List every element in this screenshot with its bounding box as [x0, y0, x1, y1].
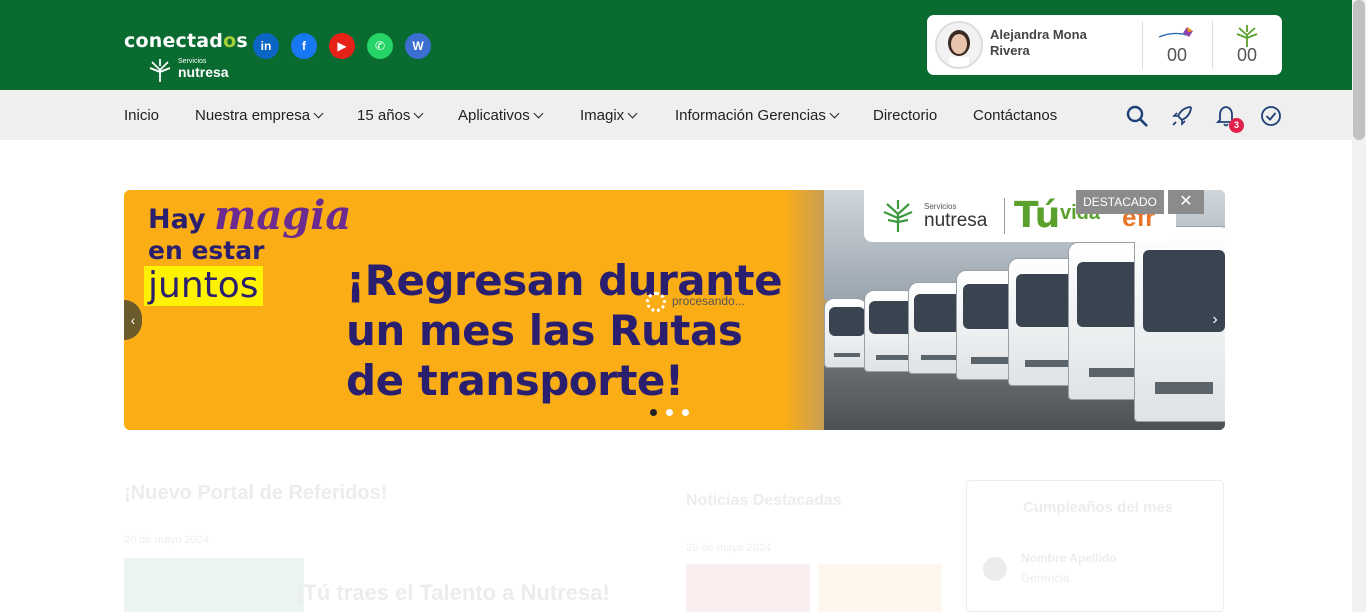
- destacado-label: DESTACADO: [1076, 190, 1164, 214]
- logo-nutresa-text: nutresa: [924, 210, 988, 231]
- chevron-down-icon: [829, 108, 840, 119]
- logo-wordmark: conectados: [124, 30, 248, 52]
- nav-item-contactanos[interactable]: Contáctanos: [973, 107, 1057, 124]
- kite-icon: [1158, 27, 1193, 38]
- user-photo-icon: [937, 23, 981, 67]
- banner-en-estar-text: en estar: [148, 236, 265, 265]
- section-title: Noticias Destacadas: [686, 492, 842, 509]
- avatar[interactable]: [935, 21, 983, 69]
- nav-item-nuestra-empresa[interactable]: Nuestra empresa: [195, 107, 324, 124]
- divider: [1142, 21, 1143, 69]
- banner-hay-text: Hay: [148, 204, 206, 235]
- post-date: 20 de mayo 2024: [686, 542, 772, 554]
- trees-count: 00: [1236, 45, 1258, 65]
- avatar: [983, 557, 1007, 581]
- notification-badge: 3: [1229, 118, 1244, 133]
- nav-item-directorio[interactable]: Directorio: [873, 107, 937, 124]
- facebook-icon[interactable]: f: [291, 33, 317, 59]
- logo-nutresa-text: nutresa: [178, 64, 229, 80]
- nav-item-informacion-gerencias[interactable]: Información Gerencias: [675, 107, 840, 124]
- post-image: [818, 564, 942, 612]
- divider: [1004, 198, 1005, 234]
- nav-item-15-anos[interactable]: 15 años: [357, 107, 424, 124]
- logo-tu-text: Tú: [1014, 195, 1061, 236]
- panel-title: Cumpleaños del mes: [1023, 499, 1174, 516]
- loading-spinner-icon: [646, 292, 666, 312]
- conectados-logo[interactable]: conectados Servicios nutresa: [124, 30, 248, 82]
- banner-juntos-text: juntos: [144, 266, 263, 306]
- points-count: 00: [1166, 45, 1188, 65]
- nutresa-tree-icon: [883, 200, 913, 232]
- rocket-icon[interactable]: [1170, 104, 1194, 128]
- scrollbar-thumb[interactable]: [1353, 0, 1365, 140]
- user-card[interactable]: Alejandra Mona Rivera 00 00: [927, 15, 1282, 75]
- nav-item-inicio[interactable]: Inicio: [124, 107, 159, 124]
- chevron-down-icon: [413, 108, 424, 119]
- section-title: ¡Nuevo Portal de Referidos!: [124, 482, 388, 504]
- nav-item-imagix[interactable]: Imagix: [580, 107, 638, 124]
- banner-magia-text: magia: [214, 192, 352, 239]
- tree-icon: [149, 59, 171, 82]
- birthdays-panel: Cumpleaños del mes Nombre Apellido Geren…: [966, 480, 1224, 612]
- check-circle-icon[interactable]: [1259, 104, 1283, 128]
- tree-icon: [1236, 25, 1258, 47]
- post-image: [686, 564, 810, 612]
- search-icon[interactable]: [1125, 104, 1149, 128]
- carousel-dot[interactable]: [682, 409, 689, 416]
- person-area: Gerencia: [1021, 571, 1070, 585]
- user-name: Alejandra Mona Rivera: [990, 27, 1087, 58]
- banner-headline: ¡Regresan durante un mes las Rutas de tr…: [346, 256, 783, 405]
- post-image: [124, 558, 304, 612]
- post-tagline: ¡Tú traes el Talento a Nutresa!: [296, 580, 610, 605]
- chevron-down-icon: [533, 108, 544, 119]
- processing-text: procesando...: [672, 294, 745, 308]
- chevron-down-icon: [313, 108, 324, 119]
- carousel-dot[interactable]: [650, 409, 657, 416]
- linkedin-icon[interactable]: in: [253, 33, 279, 59]
- whatsapp-icon[interactable]: ✆: [367, 33, 393, 59]
- close-button[interactable]: ✕: [1168, 190, 1204, 214]
- divider: [1212, 21, 1213, 69]
- main-nav: Inicio Nuestra empresa 15 años Aplicativ…: [0, 90, 1352, 140]
- nutresa-sublogo: Servicios nutresa: [146, 58, 256, 84]
- carousel-prev-button[interactable]: ‹: [124, 300, 142, 340]
- nav-item-aplicativos[interactable]: Aplicativos: [458, 107, 544, 124]
- web-icon[interactable]: W: [405, 33, 431, 59]
- loading-content: ¡Nuevo Portal de Referidos! 20 de mayo 2…: [0, 440, 1352, 612]
- top-header: conectados Servicios nutresa in f ▶ ✆ W …: [0, 0, 1366, 90]
- hero-carousel[interactable]: Hay magia en estar juntos ¡Regresan dura…: [124, 190, 1225, 430]
- person-name: Nombre Apellido: [1021, 551, 1117, 565]
- youtube-icon[interactable]: ▶: [329, 33, 355, 59]
- chevron-down-icon: [627, 108, 638, 119]
- post-date: 20 de mayo 2024: [124, 534, 210, 546]
- carousel-next-button[interactable]: ›: [1208, 308, 1222, 332]
- carousel-dot[interactable]: [666, 409, 673, 416]
